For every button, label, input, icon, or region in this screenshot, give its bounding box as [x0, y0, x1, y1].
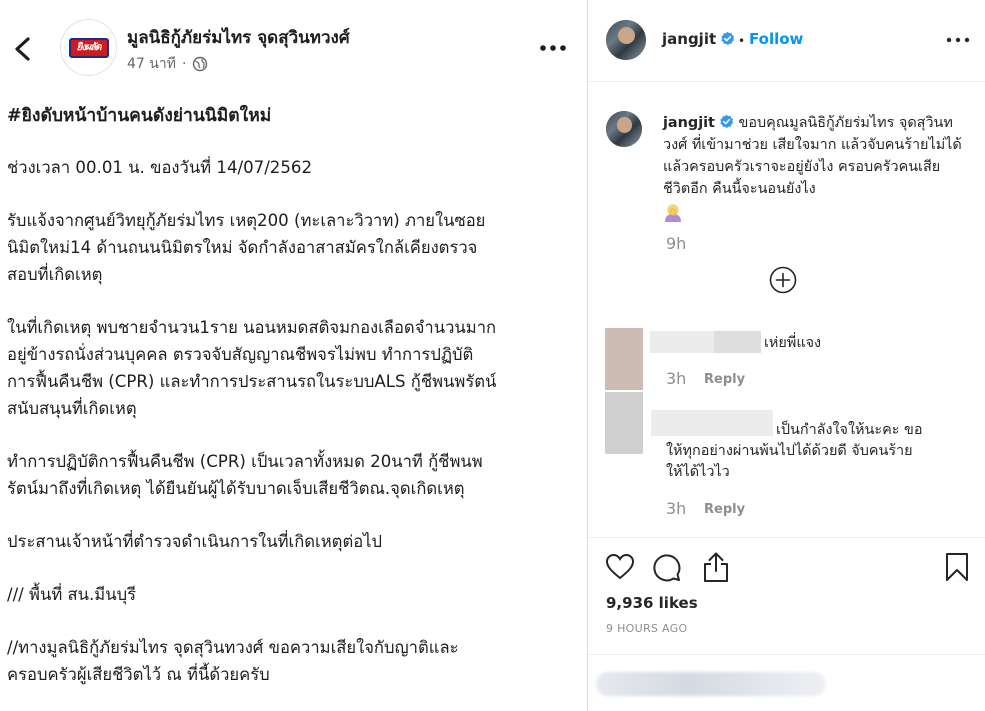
ig-username[interactable]: jangjit	[662, 30, 735, 48]
follow-button[interactable]: Follow	[749, 30, 803, 48]
ig-header: jangjit • Follow	[588, 0, 985, 82]
post-body: #ยิงดับหน้าบ้านคนดังย่านนิมิตใหม่ ช่วงเว…	[7, 103, 582, 711]
post-paragraph: ในที่เกิดเหตุ พบชายจำนวน1ราย นอนหมดสติจม…	[7, 318, 497, 418]
comment-time: 3h	[666, 499, 687, 518]
post-timestamp[interactable]: 47 นาที	[127, 53, 176, 75]
post-paragraph: /// พื้นที่ สน.มีนบุรี	[7, 585, 137, 604]
post-paragraph: ทำการปฏิบัติการฟื้นคืนชีพ (CPR) เป็นเวลา…	[7, 452, 483, 498]
facebook-post: ยิงผลัด มูลนิธิกู้ภัยร่มไทร จุดสุวินทวงศ…	[0, 0, 587, 711]
reply-button[interactable]: Reply	[704, 502, 745, 517]
comment-text-line: ให้ได้ไวไว	[666, 464, 730, 480]
instagram-post: jangjit • Follow jangjit ขอบคุณมูลนิธิกู…	[588, 0, 985, 711]
ig-caption: jangjit ขอบคุณมูลนิธิกู้ภัยร่มไทร จุดสุว…	[663, 112, 963, 229]
chevron-left-icon[interactable]	[12, 36, 34, 62]
post-meta: 47 นาที ·	[127, 53, 208, 75]
post-hashtag[interactable]: #ยิงดับหน้าบ้านคนดังย่านนิมิตใหม่	[7, 103, 582, 130]
caption-avatar[interactable]	[606, 111, 642, 147]
page-avatar[interactable]: ยิงผลัด	[60, 19, 117, 76]
globe-icon[interactable]	[192, 56, 208, 72]
ig-username-text: jangjit	[662, 30, 717, 48]
comment-text: เห่ยพี่แจง	[764, 335, 822, 351]
post-paragraph: ประสานเจ้าหน้าที่ตำรวจดำเนินการในที่เกิด…	[7, 532, 383, 551]
bookmark-icon[interactable]	[945, 552, 969, 582]
posted-time: 9 HOURS AGO	[606, 622, 688, 635]
page-name[interactable]: มูลนิธิกู้ภัยร่มไทร จุดสุวินทวงศ์	[127, 24, 350, 51]
commenter-avatar[interactable]	[605, 392, 643, 454]
page-logo: ยิงผลัด	[68, 37, 109, 58]
commenter-username-part	[714, 331, 761, 353]
comment-icon[interactable]	[652, 553, 682, 583]
more-horizontal-icon[interactable]	[945, 33, 971, 47]
comment-time: 3h	[666, 369, 687, 388]
add-comment-divider	[588, 654, 985, 655]
header-bullet: •	[738, 34, 746, 48]
meta-separator: ·	[181, 56, 187, 72]
likes-count[interactable]: 9,936 likes	[606, 594, 698, 612]
more-horizontal-icon[interactable]	[538, 36, 568, 60]
commenter-username[interactable]	[650, 331, 714, 353]
actions-divider	[588, 537, 985, 538]
verified-badge-icon	[720, 114, 733, 129]
share-icon[interactable]	[702, 551, 730, 583]
comment-text-line: เป็นกำลังใจให้นะคะ ขอ	[776, 422, 923, 438]
post-paragraph: ช่วงเวลา 00.01 น. ของวันที่ 14/07/2562	[7, 158, 313, 177]
facepalm-emoji-icon	[665, 204, 681, 222]
commenter-username[interactable]	[651, 410, 773, 436]
caption-time: 9h	[666, 234, 687, 253]
load-more-plus-icon[interactable]	[768, 265, 798, 295]
heart-icon[interactable]	[605, 553, 635, 581]
comment-text-line: ให้ทุกอย่างผ่านพ้นไปได้ด้วยดี จับคนร้าย	[666, 443, 913, 459]
post-paragraph: //ทางมูลนิธิกู้ภัยร่มไทร จุดสุวินทวงศ์ ข…	[7, 638, 459, 684]
commenter-avatar[interactable]	[605, 328, 643, 390]
caption-username[interactable]: jangjit	[663, 115, 715, 131]
add-comment-input[interactable]	[596, 672, 826, 696]
reply-button[interactable]: Reply	[704, 372, 745, 387]
post-paragraph: รับแจ้งจากศูนย์วิทยุกู้ภัยร่มไทร เหตุ200…	[7, 211, 486, 284]
avatar[interactable]	[606, 20, 646, 60]
verified-badge-icon	[721, 31, 735, 46]
